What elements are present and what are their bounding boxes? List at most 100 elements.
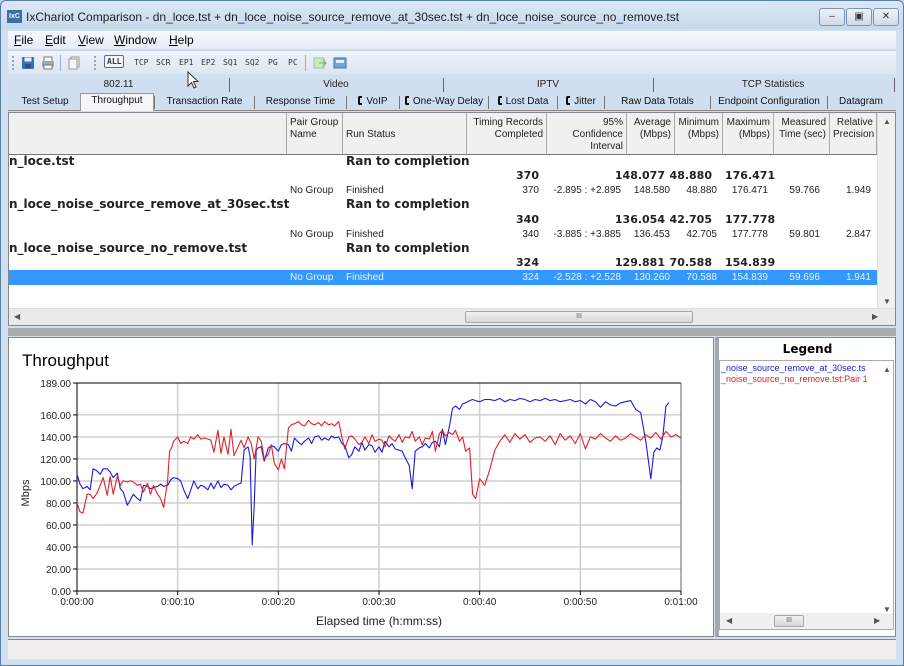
tab-test-setup[interactable]: Test Setup bbox=[10, 95, 80, 111]
filter-tcp[interactable]: TCP bbox=[134, 58, 148, 67]
toolbar: ALL TCP SCR EP1 EP2 SQ1 SQ2 PG PC bbox=[8, 50, 896, 74]
save-icon[interactable] bbox=[21, 56, 35, 70]
filter-scr[interactable]: SCR bbox=[156, 58, 170, 67]
col-header-name[interactable] bbox=[9, 113, 287, 155]
summary-average: 148.077 bbox=[614, 169, 665, 182]
pair-average: 136.453 bbox=[633, 229, 670, 240]
filter-sq1[interactable]: SQ1 bbox=[223, 58, 237, 67]
tab-endpoint-configuration[interactable]: Endpoint Configuration bbox=[711, 95, 827, 111]
toolbar-separator bbox=[305, 55, 306, 71]
legend-horizontal-scrollbar[interactable]: ◀ III ▶ bbox=[720, 613, 893, 629]
col-header-pair-group[interactable]: Pair Group Name bbox=[287, 113, 343, 155]
tab-jitter[interactable]: Jitter bbox=[558, 95, 604, 111]
y-tick-label: 140.00 bbox=[40, 433, 71, 444]
toolbar-grip[interactable] bbox=[94, 56, 96, 70]
y-tick-label: 160.00 bbox=[40, 411, 71, 422]
pair-average: 130.260 bbox=[633, 272, 670, 283]
filter-all[interactable]: ALL bbox=[104, 55, 125, 68]
pair-status: Finished bbox=[346, 229, 384, 240]
copy-icon[interactable] bbox=[67, 56, 81, 70]
filter-pg[interactable]: PG bbox=[268, 58, 278, 67]
app-window: IxC IxChariot Comparison - dn_loce.tst +… bbox=[0, 0, 904, 666]
pane-splitter[interactable] bbox=[8, 328, 896, 336]
minimize-button[interactable]: – bbox=[819, 8, 845, 26]
pair-average: 148.580 bbox=[633, 185, 670, 196]
pair-measured-time: 59.766 bbox=[789, 185, 820, 196]
tab-response-time[interactable]: Response Time bbox=[255, 95, 346, 111]
test-file-name[interactable]: n_loce_noise_source_remove_at_30sec.tst bbox=[9, 197, 289, 211]
filter-ep1[interactable]: EP1 bbox=[179, 58, 193, 67]
legend-title: Legend bbox=[782, 342, 833, 356]
col-header-confidence[interactable]: 95% Confidence Interval bbox=[547, 113, 627, 155]
summary-maximum: 154.839 bbox=[725, 256, 776, 269]
minimize-icon: – bbox=[829, 11, 835, 22]
scroll-up-icon[interactable]: ▲ bbox=[883, 117, 891, 126]
legend-item[interactable]: _noise_source_no_remove.tst:Pair 1 bbox=[721, 374, 868, 384]
scroll-right-icon[interactable]: ▶ bbox=[872, 312, 878, 321]
table-scroll-thumb[interactable]: III bbox=[465, 311, 693, 323]
pair-group-name: No Group bbox=[290, 185, 334, 196]
col-header-minimum[interactable]: Minimum (Mbps) bbox=[675, 113, 723, 155]
status-bar bbox=[8, 639, 896, 659]
test-file-name[interactable]: n_loce_noise_source_no_remove.tst bbox=[9, 241, 247, 255]
tab-throughput[interactable]: Throughput bbox=[80, 93, 154, 111]
run-status: Ran to completion bbox=[346, 154, 470, 168]
x-tick-label: 0:00:00 bbox=[60, 597, 94, 608]
tab-raw-data-totals[interactable]: Raw Data Totals bbox=[605, 95, 710, 111]
summary-maximum: 176.471 bbox=[725, 169, 776, 182]
tab-groups: 802.11 Video IPTV TCP Statistics bbox=[8, 78, 896, 92]
filter-pc[interactable]: PC bbox=[288, 58, 298, 67]
x-tick-label: 0:00:40 bbox=[463, 597, 497, 608]
y-tick-label: 100.00 bbox=[40, 477, 71, 488]
test-file-name[interactable]: n_loce.tst bbox=[9, 154, 74, 168]
legend-scroll-right-icon[interactable]: ▶ bbox=[874, 616, 880, 625]
tab-lost-data[interactable]: Lost Data bbox=[489, 95, 557, 111]
table-vertical-scrollbar[interactable]: ▲ ▼ bbox=[877, 113, 895, 310]
print-icon[interactable] bbox=[41, 56, 55, 70]
close-button[interactable]: ✕ bbox=[873, 8, 899, 26]
menu-file[interactable]: File bbox=[14, 33, 33, 47]
tab-transaction-rate[interactable]: Transaction Rate bbox=[155, 95, 254, 111]
summary-minimum: 42.705 bbox=[669, 213, 712, 226]
menu-view[interactable]: View bbox=[78, 33, 104, 47]
menu-help[interactable]: Help bbox=[169, 33, 194, 47]
menu-window[interactable]: Window bbox=[114, 33, 157, 47]
legend-item[interactable]: _noise_source_remove_at_30sec.ts bbox=[721, 363, 866, 373]
legend-scroll-left-icon[interactable]: ◀ bbox=[726, 616, 732, 625]
tab-one-way-delay[interactable]: One-Way Delay bbox=[400, 95, 488, 111]
html-report-icon[interactable] bbox=[333, 56, 347, 70]
filter-ep2[interactable]: EP2 bbox=[201, 58, 215, 67]
scroll-left-icon[interactable]: ◀ bbox=[14, 312, 20, 321]
y-tick-label: 189.00 bbox=[40, 379, 71, 390]
tab-datagram[interactable]: Datagram bbox=[828, 95, 894, 111]
legend-scroll-up-icon[interactable]: ▲ bbox=[883, 365, 891, 374]
menu-edit[interactable]: Edit bbox=[45, 33, 66, 47]
pair-records: 340 bbox=[522, 229, 539, 240]
phone-icon bbox=[566, 96, 571, 105]
scroll-down-icon[interactable]: ▼ bbox=[883, 297, 891, 306]
export-icon[interactable] bbox=[313, 56, 327, 70]
col-header-run-status[interactable]: Run Status bbox=[343, 113, 467, 155]
legend-panel: Legend _noise_source_remove_at_30sec.ts … bbox=[715, 337, 896, 637]
table-horizontal-scrollbar[interactable]: ◀ III ▶ bbox=[9, 308, 895, 325]
col-header-maximum[interactable]: Maximum (Mbps) bbox=[723, 113, 774, 155]
group-separator bbox=[894, 78, 895, 92]
maximize-button[interactable]: ▣ bbox=[846, 8, 872, 26]
toolbar-grip[interactable] bbox=[12, 56, 14, 70]
col-header-timing-records[interactable]: Timing Records Completed bbox=[467, 113, 547, 155]
col-header-average[interactable]: Average (Mbps) bbox=[627, 113, 675, 155]
filter-sq2[interactable]: SQ2 bbox=[245, 58, 259, 67]
tab-one-way-delay-label: One-Way Delay bbox=[412, 96, 484, 107]
col-header-measured-time[interactable]: Measured Time (sec) bbox=[774, 113, 830, 155]
pair-precision: 1.941 bbox=[845, 272, 871, 283]
title-bar[interactable]: IxC IxChariot Comparison - dn_loce.tst +… bbox=[1, 1, 903, 29]
phone-icon bbox=[497, 96, 502, 105]
y-tick-label: 40.00 bbox=[46, 543, 71, 554]
tab-group-80211: 802.11 bbox=[103, 79, 134, 90]
tab-voip[interactable]: VoIP bbox=[347, 95, 399, 111]
phone-icon bbox=[404, 96, 409, 105]
y-tick-label: 60.00 bbox=[46, 521, 71, 532]
legend-scroll-thumb[interactable]: III bbox=[774, 615, 804, 627]
col-header-relative-precision[interactable]: Relative Precision bbox=[830, 113, 877, 155]
pair-records: 324 bbox=[522, 272, 539, 283]
